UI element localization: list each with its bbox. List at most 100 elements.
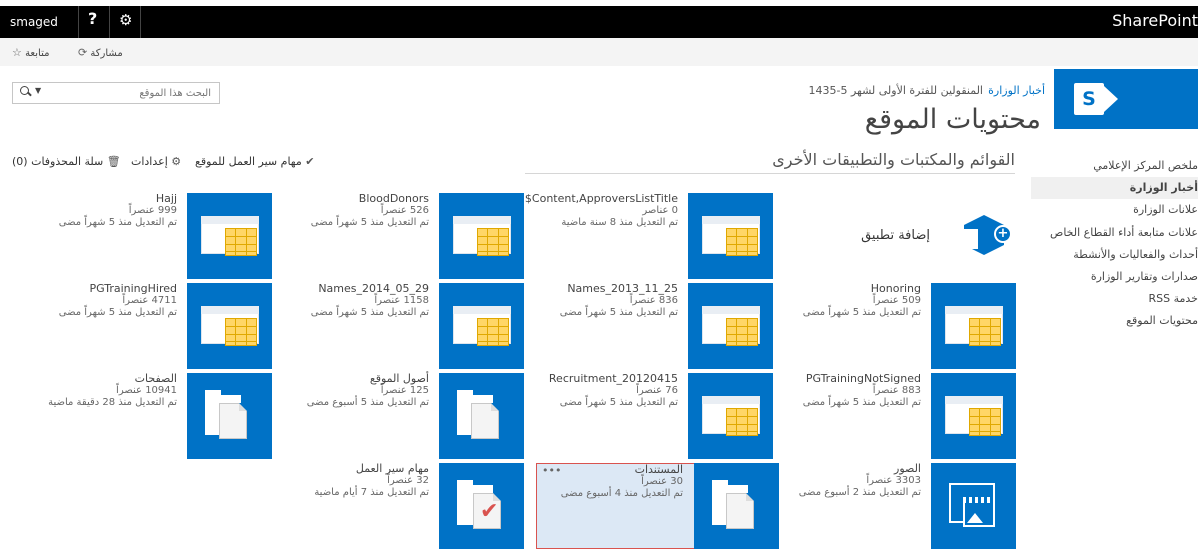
- tile-item-count: 0 عناصر: [642, 205, 678, 216]
- list-icon: [702, 216, 760, 256]
- follow-button[interactable]: متابعة ☆: [12, 46, 49, 59]
- chevron-down-icon[interactable]: ▼: [35, 86, 41, 95]
- tile-pages[interactable]: الصفحات 10941 عنصراً تم التعديل منذ 28 دقي…: [29, 373, 272, 459]
- tile-item-count: 526 عنصراً: [380, 205, 429, 216]
- tile-item-count: 4711 عنصراً: [122, 295, 177, 306]
- nav-item-private-sector[interactable]: علانات متابعة أداء القطاع الخاص: [1050, 222, 1198, 244]
- tile-pg-training-not-signed[interactable]: PGTrainingNotSigned 883 عنصراً تم التعديل …: [773, 373, 1016, 459]
- tile-title[interactable]: Names_2014_05_29: [281, 283, 429, 295]
- suite-bar: smaged ? ⚙ SharePoint: [0, 6, 1198, 38]
- tile-documents[interactable]: ••• المستندات 30 عنصراً تم التعديل منذ 4 أ…: [536, 463, 779, 549]
- share-button[interactable]: مشاركة ⟳: [78, 46, 123, 59]
- tile-thumbnail: [694, 463, 779, 549]
- search-box: ▼: [12, 82, 220, 104]
- section-title: القوائم والمكتبات والتطبيقات الأخرى: [772, 150, 1015, 169]
- list-icon: [945, 306, 1003, 346]
- search-input[interactable]: [45, 84, 215, 102]
- list-icon: [945, 396, 1003, 436]
- nav-item-ministry-news[interactable]: أخبار الوزارة: [1031, 177, 1198, 199]
- list-icon: [453, 216, 511, 256]
- tile-modified: تم التعديل منذ 5 شهراً مضى: [310, 307, 429, 318]
- sharepoint-logo[interactable]: S: [1054, 69, 1198, 129]
- task-list-icon: ✔: [457, 480, 509, 531]
- tile-title[interactable]: Hajj: [29, 193, 177, 205]
- tile-modified: تم التعديل منذ 5 شهراً مضى: [802, 397, 921, 408]
- tile-title[interactable]: مهام سير العمل: [281, 463, 429, 475]
- tile-names-2013[interactable]: Names_2013_11_25 836 عنصراً تم التعديل منذ…: [530, 283, 773, 369]
- plus-icon: +: [994, 225, 1012, 243]
- tile-title[interactable]: الصفحات: [29, 373, 177, 385]
- tile-content-approvers[interactable]: Content,ApproversListTitle$ 0 عناصر تم الت…: [525, 193, 773, 279]
- tile-modified: تم التعديل منذ 5 شهراً مضى: [802, 307, 921, 318]
- tile-modified: تم التعديل منذ 5 شهراً مضى: [310, 217, 429, 228]
- tile-honoring[interactable]: Honoring 509 عنصراً تم التعديل منذ 5 شهراً…: [773, 283, 1016, 369]
- tile-modified: تم التعديل منذ 7 أيام ماضية: [314, 487, 429, 498]
- divider: [78, 6, 79, 38]
- add-app-label: إضافة تطبيق: [861, 228, 930, 243]
- divider: [525, 173, 1015, 174]
- tile-pictures[interactable]: الصور 3303 عنصراً تم التعديل منذ 2 أسبوع م…: [773, 463, 1016, 549]
- tile-thumbnail: [931, 283, 1016, 369]
- tile-title[interactable]: PGTrainingNotSigned: [773, 373, 921, 385]
- tile-title[interactable]: Content,ApproversListTitle$: [525, 193, 678, 205]
- tile-names-2014[interactable]: Names_2014_05_29 1158 عنصراً تم التعديل من…: [281, 283, 524, 369]
- tile-title[interactable]: المستندات: [535, 464, 683, 476]
- nav-item-media-center[interactable]: ملخص المركز الإعلامي: [1093, 155, 1198, 177]
- tile-workflow-tasks[interactable]: مهام سير العمل 32 عنصراً تم التعديل منذ 7 …: [281, 463, 524, 549]
- nav-item-publications[interactable]: صدارات وتقارير الوزارة: [1091, 266, 1198, 288]
- tile-recruitment[interactable]: Recruitment_20120415 76 عنصراً تم التعديل …: [530, 373, 773, 459]
- nav-item-site-contents[interactable]: محتويات الموقع: [1126, 310, 1198, 332]
- tile-thumbnail: [187, 373, 272, 459]
- tile-thumbnail: [688, 193, 773, 279]
- tile-hajj[interactable]: Hajj 999 عنصراً تم التعديل منذ 5 شهراً مضى: [29, 193, 272, 279]
- help-icon[interactable]: ?: [88, 9, 97, 28]
- divider: [109, 6, 110, 38]
- tile-thumbnail: [439, 193, 524, 279]
- logo-arrow-icon: [1104, 86, 1118, 112]
- tile-item-count: 1158 عنصراً: [374, 295, 429, 306]
- tile-title[interactable]: الصور: [773, 463, 921, 475]
- tile-title[interactable]: BloodDonors: [281, 193, 429, 205]
- add-app-icon: +: [956, 209, 1012, 259]
- add-app-tile[interactable]: إضافة تطبيق +: [838, 199, 1020, 269]
- brand-name[interactable]: SharePoint: [1112, 11, 1198, 30]
- gear-icon[interactable]: ⚙: [119, 11, 132, 29]
- tile-item-count: 999 عنصراً: [128, 205, 177, 216]
- tile-title[interactable]: أصول الموقع: [281, 373, 429, 385]
- settings-link[interactable]: ⚙ إعدادات: [131, 155, 181, 168]
- tile-modified: تم التعديل منذ 28 دقيقة ماضية: [48, 397, 177, 408]
- tile-modified: تم التعديل منذ 5 شهراً مضى: [58, 217, 177, 228]
- tile-site-assets[interactable]: أصول الموقع 125 عنصراً تم التعديل منذ 5 أس…: [281, 373, 524, 459]
- tile-item-count: 30 عنصراً: [641, 476, 683, 487]
- tile-thumbnail: [439, 283, 524, 369]
- tile-thumbnail: [187, 193, 272, 279]
- nav-item-ministry-announcements[interactable]: علانات الوزارة: [1133, 199, 1198, 221]
- logo-letter: S: [1074, 83, 1104, 115]
- search-icon[interactable]: [19, 85, 35, 101]
- tile-item-count: 10941 عنصراً: [116, 385, 177, 396]
- tile-pg-training-hired[interactable]: PGTrainingHired 4711 عنصراً تم التعديل منذ…: [29, 283, 272, 369]
- document-library-icon: [457, 390, 509, 441]
- nav-item-rss[interactable]: خدمة RSS: [1149, 288, 1198, 310]
- tile-thumbnail: [688, 373, 773, 459]
- tile-item-count: 3303 عنصراً: [866, 475, 921, 486]
- tile-title[interactable]: Honoring: [773, 283, 921, 295]
- tile-item-count: 76 عنصراً: [636, 385, 678, 396]
- site-workflow-tasks-link[interactable]: ✔ مهام سير العمل للموقع: [195, 155, 315, 168]
- tile-modified: تم التعديل منذ 5 شهراً مضى: [559, 397, 678, 408]
- top-nav-active-link[interactable]: أخبار الوزارة: [988, 84, 1045, 97]
- hexagon-cutout: [964, 229, 978, 249]
- tile-item-count: 32 عنصراً: [387, 475, 429, 486]
- tile-title[interactable]: Names_2013_11_25: [530, 283, 678, 295]
- tile-title[interactable]: PGTrainingHired: [29, 283, 177, 295]
- list-icon: [201, 216, 259, 256]
- tile-title[interactable]: Recruitment_20120415: [530, 373, 678, 385]
- list-icon: [453, 306, 511, 346]
- tile-modified: تم التعديل منذ 5 شهراً مضى: [58, 307, 177, 318]
- tile-blood-donors[interactable]: BloodDonors 526 عنصراً تم التعديل منذ 5 شه…: [281, 193, 524, 279]
- top-nav-link[interactable]: المنقولين للفترة الأولى لشهر 5-1435: [808, 84, 983, 97]
- user-menu[interactable]: smaged: [10, 15, 58, 29]
- nav-item-events[interactable]: أحداث والفعاليات والأنشطة: [1073, 244, 1198, 266]
- tile-thumbnail: ✔: [439, 463, 524, 549]
- recycle-bin-link[interactable]: 🗑 سلة المحذوفات (0): [12, 155, 121, 168]
